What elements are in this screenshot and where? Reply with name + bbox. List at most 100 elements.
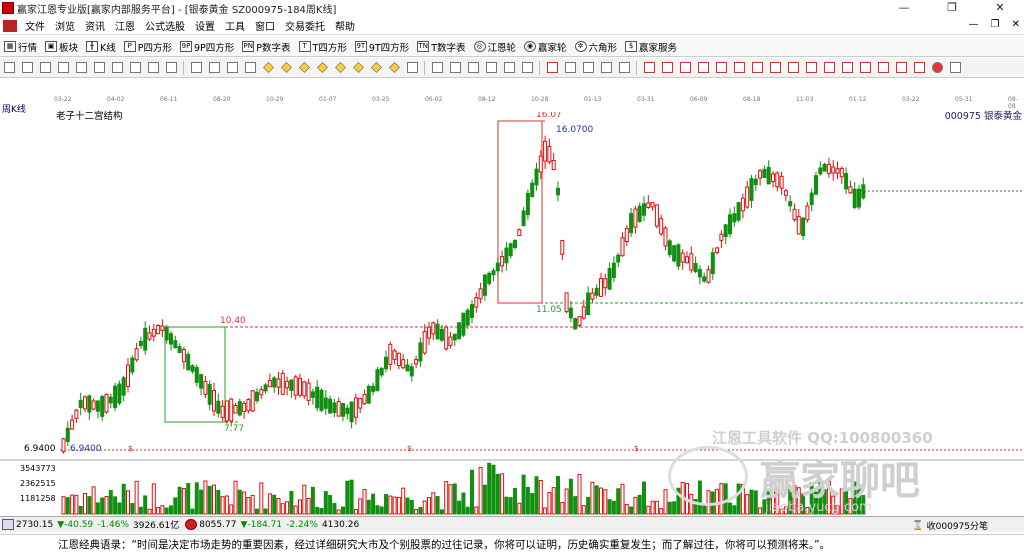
diamond2-icon[interactable] [278, 61, 294, 75]
chart-icon[interactable] [145, 61, 161, 75]
diamond5-icon[interactable] [332, 61, 348, 75]
toolbar-item-1[interactable]: ▣ 板块 [41, 40, 82, 54]
label-1105: 11.05 [536, 305, 562, 315]
mail-icon[interactable] [598, 61, 614, 75]
candle-body [672, 245, 677, 262]
candle-body [633, 208, 638, 228]
menu-news[interactable]: 资讯 [80, 18, 110, 33]
cal8-icon[interactable] [767, 61, 783, 75]
minimize-button[interactable]: — [880, 0, 928, 16]
undo-icon[interactable] [91, 61, 107, 75]
toolbar-item-5[interactable]: PN P数字表 [238, 40, 294, 54]
toolbar-item-3[interactable]: P P四方形 [120, 40, 176, 54]
last-icon[interactable] [206, 61, 222, 75]
diamond7-icon[interactable] [368, 61, 384, 75]
eraser-icon[interactable] [501, 61, 517, 75]
toolbar-item-2[interactable]: ╫ K线 [82, 40, 120, 54]
menu-tools[interactable]: 工具 [220, 18, 250, 33]
diamond3-icon[interactable] [296, 61, 312, 75]
cal7-icon[interactable] [749, 61, 765, 75]
cal4-icon[interactable] [695, 61, 711, 75]
volume-bar [358, 498, 363, 515]
toolbar-label: 六角形 [588, 42, 618, 54]
cal2-icon[interactable] [659, 61, 675, 75]
menu-trade[interactable]: 交易委托 [280, 18, 330, 33]
copy-icon[interactable] [37, 61, 53, 75]
cal10-icon[interactable] [803, 61, 819, 75]
line-icon[interactable] [465, 61, 481, 75]
tools-icon[interactable] [616, 61, 632, 75]
calc-icon[interactable] [544, 61, 560, 75]
mdi-minimize-button[interactable]: — [969, 19, 979, 30]
toolbar-item-10[interactable]: ◉ 赢家轮 [520, 40, 571, 54]
toolbar-item-6[interactable]: T T四方形 [295, 40, 351, 54]
print-icon[interactable] [580, 61, 596, 75]
toolbar-item-9[interactable]: ◎ 江恩轮 [470, 40, 521, 54]
toolbar-item-4[interactable]: 9P 9P四方形 [176, 40, 238, 54]
cross-icon[interactable] [447, 61, 463, 75]
menu-help[interactable]: 帮助 [330, 18, 360, 33]
color-icon[interactable] [947, 61, 963, 75]
cal12-icon[interactable] [839, 61, 855, 75]
volume-bar [796, 487, 801, 515]
save-icon[interactable] [562, 61, 578, 75]
cal16-icon[interactable] [911, 61, 927, 75]
menu-window[interactable]: 窗口 [250, 18, 280, 33]
cal3-icon[interactable] [677, 61, 693, 75]
document-icon[interactable] [3, 19, 17, 32]
cal11-icon[interactable] [821, 61, 837, 75]
cal14-icon[interactable] [875, 61, 891, 75]
cal5-icon[interactable] [713, 61, 729, 75]
cal1-icon[interactable] [641, 61, 657, 75]
candle-body [749, 178, 754, 201]
fan-icon[interactable] [483, 61, 499, 75]
volume-bar [831, 495, 836, 515]
cal15-icon[interactable] [893, 61, 909, 75]
diamond1-icon[interactable] [260, 61, 276, 75]
color-wheel-icon[interactable] [929, 61, 945, 75]
next-icon[interactable] [242, 61, 258, 75]
menu-browse[interactable]: 浏览 [50, 18, 80, 33]
cut-icon[interactable] [73, 61, 89, 75]
first-icon[interactable] [188, 61, 204, 75]
ruler-icon[interactable] [109, 61, 125, 75]
cal6-icon[interactable] [731, 61, 747, 75]
toolbar-item-8[interactable]: TN T数字表 [413, 40, 469, 54]
sz-market-icon[interactable] [185, 519, 198, 530]
label-1040: 10.40 [220, 316, 246, 326]
mdi-close-button[interactable]: ✕ [1012, 19, 1020, 30]
candle-body [517, 229, 522, 237]
prev-icon[interactable] [224, 61, 240, 75]
kline-chart[interactable]: 16.07 16.0700 11.05 10.40 7.77 6.9400 6.… [0, 112, 1024, 516]
zoom-icon[interactable] [19, 61, 35, 75]
a-icon[interactable] [127, 61, 143, 75]
period-icon[interactable] [1, 61, 17, 75]
flag-icon[interactable] [163, 61, 179, 75]
cal13-icon[interactable] [857, 61, 873, 75]
toolbar-item-12[interactable]: $ 赢家服务 [621, 40, 681, 54]
diamond4-icon[interactable] [314, 61, 330, 75]
menu-settings[interactable]: 设置 [190, 18, 220, 33]
grid-draw-icon[interactable] [404, 61, 420, 75]
text-icon[interactable] [519, 61, 535, 75]
cal9-icon[interactable] [785, 61, 801, 75]
toolbar-item-11[interactable]: ✲ 六角形 [571, 40, 622, 54]
menu-gann[interactable]: 江恩 [110, 18, 140, 33]
menu-file[interactable]: 文件 [20, 18, 50, 33]
paste-icon[interactable] [55, 61, 71, 75]
hand-icon[interactable] [429, 61, 445, 75]
maximize-button[interactable]: ❐ [928, 0, 976, 16]
menu-formula[interactable]: 公式选股 [140, 18, 190, 33]
candle-body [848, 186, 853, 194]
tick-detail-label[interactable]: 收000975分笔 [927, 519, 988, 532]
candle-body [366, 385, 371, 404]
mdi-restore-button[interactable]: ❐ [991, 19, 1000, 30]
diamond8-icon[interactable] [386, 61, 402, 75]
close-button[interactable]: ✕ [976, 0, 1024, 16]
volume-bar [706, 490, 711, 515]
diamond6-icon[interactable] [350, 61, 366, 75]
toolbar-item-0[interactable]: ▦ 行情 [0, 40, 41, 54]
volume-group [61, 462, 866, 515]
market-grid-icon[interactable] [2, 519, 14, 530]
toolbar-item-7[interactable]: 9T 9T四方形 [351, 40, 413, 54]
